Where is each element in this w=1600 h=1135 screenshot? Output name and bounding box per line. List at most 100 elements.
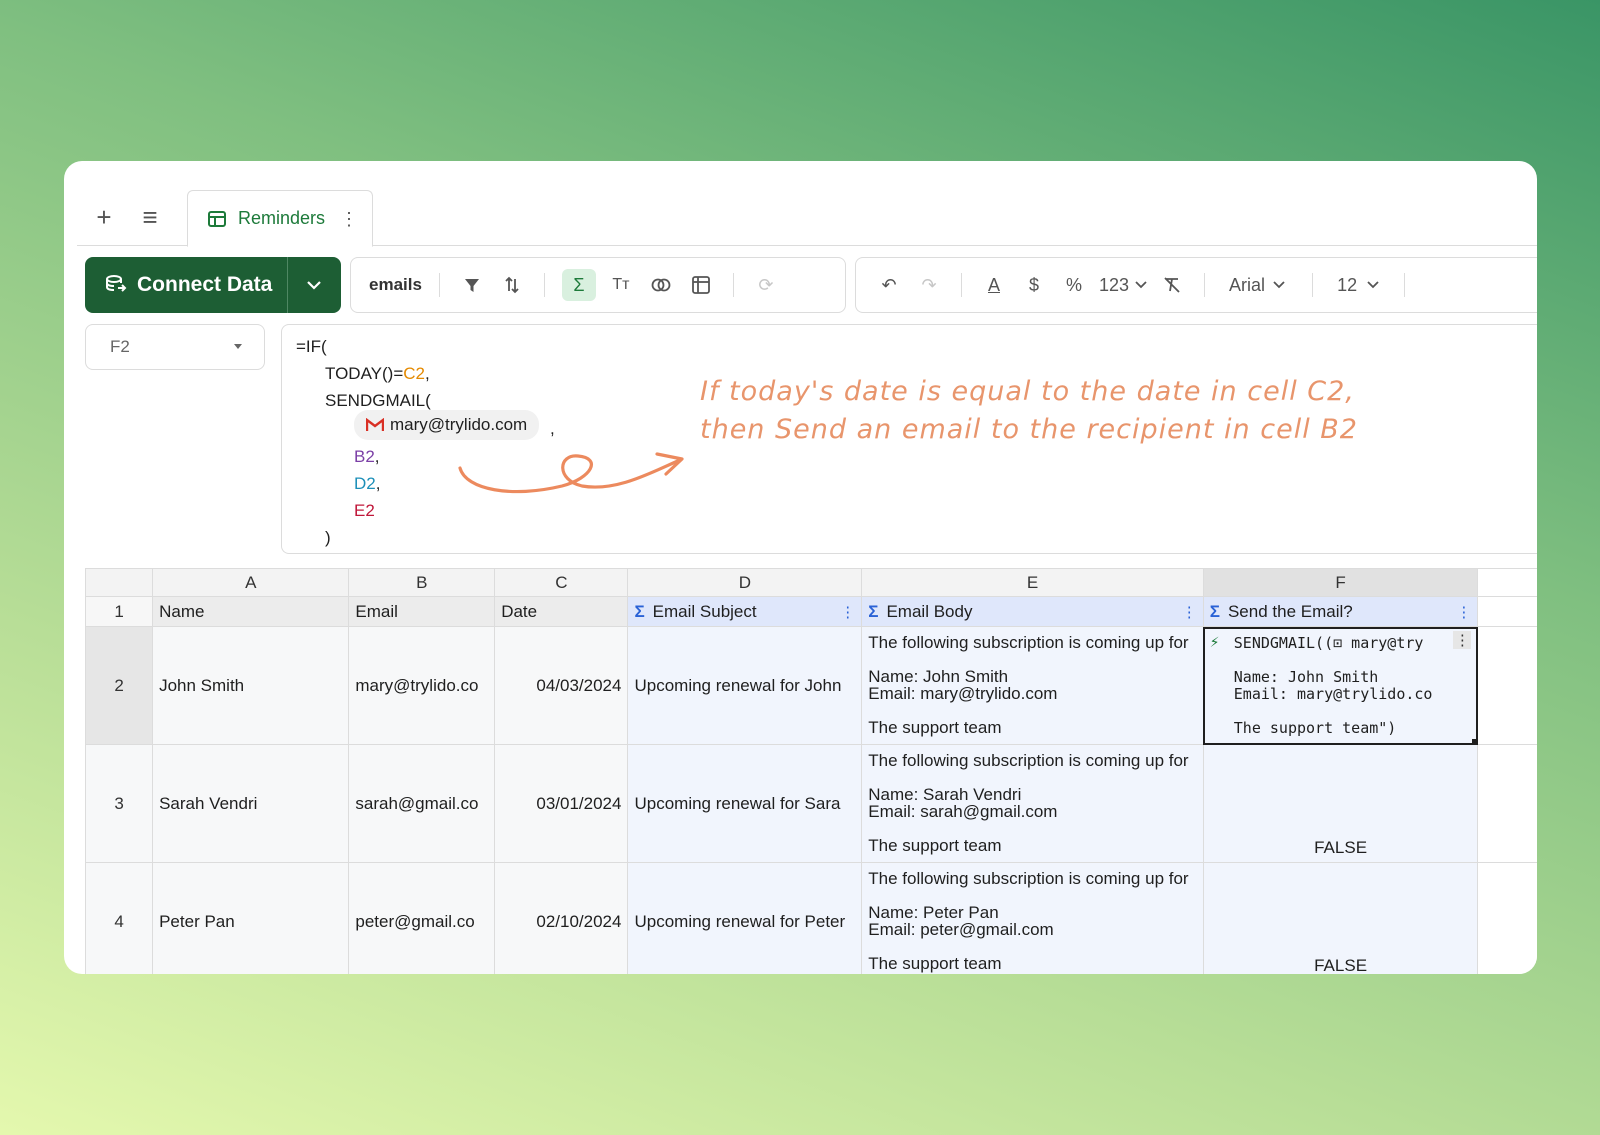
header-cell-email[interactable]: Email xyxy=(348,596,496,627)
font-size-dropdown[interactable]: 12 xyxy=(1337,269,1379,301)
cell-subject[interactable]: Upcoming renewal for Peter xyxy=(627,862,863,974)
table-row: 4 Peter Pan peter@gmail.co 02/10/2024 Up… xyxy=(84,862,1537,974)
connect-data-button[interactable]: Connect Data xyxy=(85,257,341,313)
column-header-d[interactable]: D xyxy=(627,568,863,597)
pivot-icon[interactable] xyxy=(686,269,716,301)
spreadsheet-window: + ≡ Reminders ⋮ Connect Data emails Σ Tт… xyxy=(64,161,1537,974)
cell-name[interactable]: Peter Pan xyxy=(152,862,350,974)
column-header-row: A B C D E F xyxy=(84,568,1537,597)
column-header-e[interactable]: E xyxy=(861,568,1204,597)
percent-icon[interactable]: % xyxy=(1059,269,1089,301)
column-header-f[interactable]: F xyxy=(1202,568,1479,597)
cell-body[interactable]: The following subscription is coming up … xyxy=(861,744,1204,863)
sigma-icon: Σ xyxy=(634,601,645,621)
sigma-icon: Σ xyxy=(1209,601,1220,621)
lightning-icon: ⚡ xyxy=(1209,632,1220,651)
sort-icon[interactable] xyxy=(497,269,527,301)
font-family-dropdown[interactable]: Arial xyxy=(1229,269,1285,301)
tab-label: Reminders xyxy=(238,208,326,228)
header-row: 1 Name Email Date Σ Email Subject ⋮ Σ Email… xyxy=(84,596,1537,627)
cell-send-email-active[interactable]: ⚡ SENDGMAIL((⊡ mary@try ⋮ Name: John Smi… xyxy=(1202,626,1479,745)
cell-email[interactable]: peter@gmail.co xyxy=(348,862,496,974)
column-options-icon[interactable]: ⋮ xyxy=(1456,603,1471,621)
chip-email: mary@trylido.com xyxy=(390,415,528,434)
gmail-account-chip[interactable]: mary@trylido.com xyxy=(354,410,540,440)
text-format-icon[interactable]: Tт xyxy=(606,269,636,301)
column-options-icon[interactable]: ⋮ xyxy=(840,603,855,621)
ref-c2: C2 xyxy=(403,364,425,383)
table-icon xyxy=(208,210,226,227)
cell-name[interactable]: Sarah Vendri xyxy=(152,744,350,863)
cell-subject[interactable]: Upcoming renewal for John xyxy=(627,626,863,745)
corner-cell[interactable] xyxy=(84,568,154,597)
add-sheet-icon[interactable]: + xyxy=(89,204,119,230)
view-selector[interactable]: emails xyxy=(369,269,422,301)
cell-name-box[interactable]: F2 xyxy=(85,324,265,370)
row-number[interactable]: 2 xyxy=(84,626,154,745)
database-icon xyxy=(106,275,127,292)
data-toolbar: emails Σ Tт ⟳ xyxy=(350,257,846,313)
format-toolbar: ↶ ↷ A $ % 123 Arial 12 xyxy=(855,257,1537,313)
chip-comma: , xyxy=(550,419,555,438)
cell-send-email[interactable]: FALSE xyxy=(1202,862,1479,974)
annotation-line-2: then Send an email to the recipient in c… xyxy=(700,414,1358,445)
header-cell-name[interactable]: Name xyxy=(152,596,350,627)
connect-data-label: Connect Data xyxy=(137,273,273,296)
header-cell-date[interactable]: Date xyxy=(494,596,629,627)
fill-handle[interactable] xyxy=(1472,739,1477,744)
cell-subject[interactable]: Upcoming renewal for Sara xyxy=(627,744,863,863)
column-header-a[interactable]: A xyxy=(152,568,350,597)
font-size-label: 12 xyxy=(1337,274,1358,295)
cell-body[interactable]: The following subscription is coming up … xyxy=(861,626,1204,745)
formula-sigma-icon[interactable]: Σ xyxy=(561,269,596,301)
column-header-b[interactable]: B xyxy=(348,568,496,597)
refresh-icon[interactable]: ⟳ xyxy=(751,269,781,301)
chevron-down-icon xyxy=(1273,281,1285,289)
header-cell-email-subject[interactable]: Σ Email Subject ⋮ xyxy=(627,596,863,627)
cell-body[interactable]: The following subscription is coming up … xyxy=(861,862,1204,974)
cell-date[interactable]: 03/01/2024 xyxy=(494,744,629,863)
cell-email[interactable]: sarah@gmail.co xyxy=(348,744,496,863)
formula-arg-e2: E2 xyxy=(354,501,375,520)
row-number[interactable]: 1 xyxy=(84,596,154,627)
caret-down-icon xyxy=(234,344,242,349)
chevron-down-icon xyxy=(1135,281,1147,289)
tab-options-icon[interactable]: ⋮ xyxy=(340,209,358,230)
row-number[interactable]: 4 xyxy=(84,862,154,974)
undo-icon[interactable]: ↶ xyxy=(874,269,904,301)
currency-icon[interactable]: $ xyxy=(1019,269,1049,301)
font-family-label: Arial xyxy=(1229,274,1266,295)
header-cell-send-email[interactable]: Σ Send the Email? ⋮ xyxy=(1202,596,1479,627)
sheet-list-icon[interactable]: ≡ xyxy=(135,204,165,230)
sheet-tab-bar: + ≡ Reminders ⋮ xyxy=(77,190,1537,247)
redo-icon[interactable]: ↷ xyxy=(914,269,944,301)
connect-data-dropdown[interactable] xyxy=(288,257,340,313)
row-number[interactable]: 3 xyxy=(84,744,154,863)
formula-line-sendgmail: SENDGMAIL( xyxy=(325,391,431,410)
column-options-icon[interactable]: ⋮ xyxy=(1182,603,1197,621)
number-format-label: 123 xyxy=(1099,274,1130,295)
filter-icon[interactable] xyxy=(457,269,487,301)
cell-email[interactable]: mary@trylido.co xyxy=(348,626,496,745)
cell-date[interactable]: 02/10/2024 xyxy=(494,862,629,974)
header-cell-email-body[interactable]: Σ Email Body ⋮ xyxy=(861,596,1204,627)
formula-line-if: =IF( xyxy=(296,337,327,356)
cell-name[interactable]: John Smith xyxy=(152,626,350,745)
formula-arg-d2: D2, xyxy=(354,474,381,493)
annotation-arrow-icon xyxy=(458,452,684,494)
spreadsheet-grid: A B C D E F 1 Name Email Date Σ Email Sub… xyxy=(84,568,1537,974)
clear-format-icon[interactable] xyxy=(1157,269,1187,301)
cell-send-email[interactable]: FALSE xyxy=(1202,744,1479,863)
gmail-icon xyxy=(366,418,384,431)
handwritten-annotation: If today's date is equal to the date in … xyxy=(700,373,1358,449)
chevron-down-icon xyxy=(307,281,321,290)
cell-options-icon[interactable]: ⋮ xyxy=(1453,631,1472,649)
merge-icon[interactable] xyxy=(646,269,676,301)
tab-reminders[interactable]: Reminders ⋮ xyxy=(187,190,373,247)
number-format-dropdown[interactable]: 123 xyxy=(1099,269,1147,301)
text-color-icon[interactable]: A xyxy=(979,269,1009,301)
cell-date[interactable]: 04/03/2024 xyxy=(494,626,629,745)
table-row: 2 John Smith mary@trylido.co 04/03/2024 … xyxy=(84,626,1537,745)
cell-reference: F2 xyxy=(110,337,130,356)
column-header-c[interactable]: C xyxy=(494,568,629,597)
